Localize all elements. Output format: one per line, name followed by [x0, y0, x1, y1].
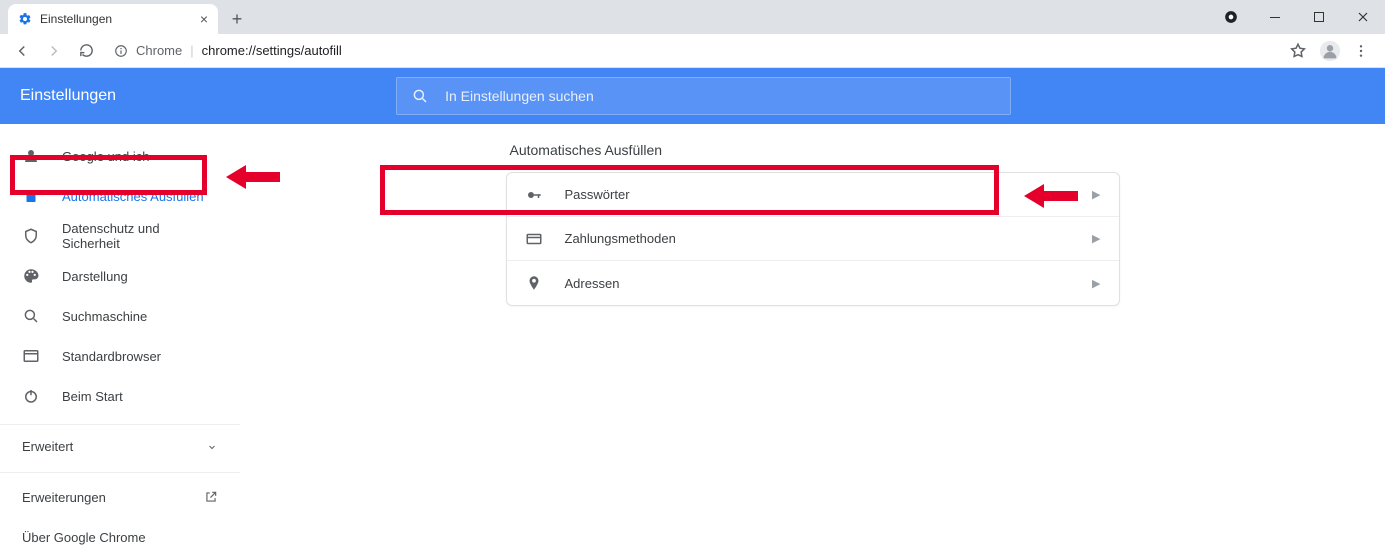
palette-icon [22, 267, 40, 285]
location-icon [525, 274, 543, 292]
row-label: Adressen [565, 276, 620, 291]
settings-title: Einstellungen [20, 87, 116, 105]
chevron-right-icon: ▶ [1092, 277, 1100, 290]
settings-sidebar: Google und ich Automatisches Ausfüllen D… [0, 124, 240, 521]
expand-label: Erweitert [22, 439, 73, 454]
chevron-right-icon: ▶ [1092, 188, 1100, 201]
profile-avatar-icon[interactable] [1319, 40, 1341, 62]
browser-address-bar: Chrome | chrome://settings/autofill [0, 34, 1385, 68]
menu-dots-icon[interactable] [1353, 43, 1369, 59]
url-field[interactable]: Chrome | chrome://settings/autofill [104, 38, 1285, 64]
settings-header: Einstellungen [0, 68, 1385, 124]
sidebar-item-label: Google und ich [62, 149, 149, 164]
sidebar-item-appearance[interactable]: Darstellung [0, 256, 240, 296]
card-icon [525, 230, 543, 248]
row-label: Passwörter [565, 187, 630, 202]
settings-content: Google und ich Automatisches Ausfüllen D… [0, 124, 1385, 521]
extension-indicator-icon[interactable] [1209, 0, 1253, 34]
browser-tab-bar: Einstellungen × + [0, 0, 1385, 34]
search-icon [411, 87, 429, 105]
row-label: Zahlungsmethoden [565, 231, 676, 246]
extensions-label: Erweiterungen [22, 490, 106, 505]
sidebar-item-autofill[interactable]: Automatisches Ausfüllen [0, 176, 240, 216]
person-icon [22, 147, 40, 165]
settings-search-box[interactable] [396, 77, 1011, 115]
chevron-down-icon [206, 441, 218, 453]
sidebar-item-label: Standardbrowser [62, 349, 161, 364]
gear-icon [18, 12, 32, 26]
sidebar-item-about[interactable]: Über Google Chrome [0, 517, 240, 557]
forward-button[interactable] [40, 37, 68, 65]
sidebar-item-label: Automatisches Ausfüllen [62, 189, 204, 204]
sidebar-item-google[interactable]: Google und ich [0, 136, 240, 176]
settings-main: Automatisches Ausfüllen Passwörter ▶ Zah… [240, 124, 1385, 521]
sidebar-expand-advanced[interactable]: Erweitert [0, 424, 240, 468]
star-icon[interactable] [1289, 42, 1307, 60]
sidebar-item-label: Darstellung [62, 269, 128, 284]
sidebar-item-search[interactable]: Suchmaschine [0, 296, 240, 336]
tab-title: Einstellungen [40, 12, 112, 26]
new-tab-button[interactable]: + [224, 6, 250, 32]
close-window-button[interactable] [1341, 0, 1385, 34]
sidebar-item-on-startup[interactable]: Beim Start [0, 376, 240, 416]
about-label: Über Google Chrome [22, 530, 146, 545]
external-link-icon [204, 490, 218, 504]
chevron-right-icon: ▶ [1092, 232, 1100, 245]
site-info-icon[interactable] [114, 44, 128, 58]
browser-icon [22, 347, 40, 365]
annotation-arrow-right [1024, 182, 1078, 210]
address-bar-right [1289, 40, 1377, 62]
sidebar-item-privacy[interactable]: Datenschutz und Sicherheit [0, 216, 240, 256]
back-button[interactable] [8, 37, 36, 65]
window-controls [1209, 0, 1385, 34]
minimize-button[interactable] [1253, 0, 1297, 34]
shield-icon [22, 227, 40, 245]
sidebar-divider [0, 472, 240, 473]
annotation-arrow-left [226, 163, 280, 191]
url-prefix: Chrome [136, 43, 182, 58]
sidebar-item-label: Datenschutz und Sicherheit [62, 221, 218, 251]
settings-search-input[interactable] [445, 88, 996, 104]
close-icon[interactable]: × [200, 11, 208, 27]
row-addresses[interactable]: Adressen ▶ [507, 261, 1119, 305]
key-icon [525, 186, 543, 204]
sidebar-item-default-browser[interactable]: Standardbrowser [0, 336, 240, 376]
browser-tab-active[interactable]: Einstellungen × [8, 4, 218, 34]
clipboard-icon [22, 187, 40, 205]
maximize-button[interactable] [1297, 0, 1341, 34]
sidebar-item-extensions[interactable]: Erweiterungen [0, 477, 240, 517]
search-icon [22, 307, 40, 325]
reload-button[interactable] [72, 37, 100, 65]
sidebar-item-label: Beim Start [62, 389, 123, 404]
sidebar-item-label: Suchmaschine [62, 309, 147, 324]
section-title: Automatisches Ausfüllen [506, 142, 1120, 158]
url-path: chrome://settings/autofill [202, 43, 342, 58]
power-icon [22, 387, 40, 405]
url-separator: | [190, 43, 193, 58]
row-payment[interactable]: Zahlungsmethoden ▶ [507, 217, 1119, 261]
